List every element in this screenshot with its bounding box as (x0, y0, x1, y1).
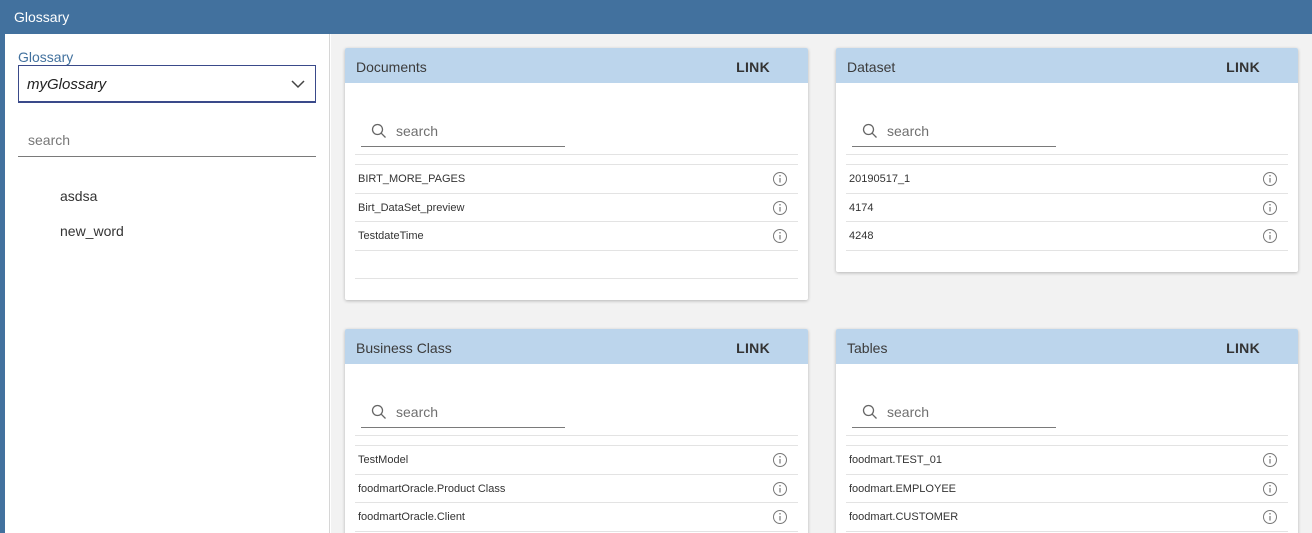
business-class-link-button[interactable]: LINK (736, 340, 770, 356)
list-spacer (355, 436, 798, 446)
empty-list-row (355, 251, 798, 279)
list-item-label: TestModel (358, 454, 409, 466)
business-class-card: Business Class LINK search TestModel foo… (345, 329, 808, 533)
documents-card-title: Documents (356, 59, 427, 75)
list-item-label: Birt_DataSet_preview (358, 201, 465, 214)
tables-list: foodmart.TEST_01 foodmart.EMPLOYEE foodm… (846, 435, 1288, 532)
tables-search-placeholder: search (887, 404, 930, 420)
info-icon[interactable] (1262, 171, 1278, 187)
list-item-label: foodmart.CUSTOMER (849, 511, 959, 523)
dataset-search-placeholder: search (887, 123, 930, 139)
word-list-item[interactable]: asdsa (60, 187, 124, 222)
list-item[interactable]: foodmart.EMPLOYEE (846, 475, 1288, 503)
list-item-label: TestdateTime (358, 230, 424, 242)
list-item-label: foodmart.TEST_01 (849, 454, 942, 466)
list-item[interactable]: foodmart.TEST_01 (846, 446, 1288, 475)
list-item[interactable]: 20190517_1 (846, 165, 1288, 194)
list-item-label: foodmartOracle.Client (358, 511, 465, 523)
app-title: Glossary (14, 9, 70, 25)
info-icon[interactable] (1262, 452, 1278, 468)
sidebar: Glossary myGlossary asdsa new_word (5, 34, 330, 533)
business-class-search-input[interactable]: search (361, 398, 565, 428)
search-icon (862, 404, 877, 419)
info-icon[interactable] (772, 228, 788, 244)
search-icon (371, 404, 386, 419)
documents-list: BIRT_MORE_PAGES Birt_DataSet_preview Tes… (355, 154, 798, 279)
list-item-label: 4174 (849, 201, 874, 214)
dataset-list: 20190517_1 4174 4248 (846, 154, 1288, 251)
list-spacer (846, 436, 1288, 446)
glossary-select-value: myGlossary (27, 76, 107, 93)
dataset-card-title: Dataset (847, 59, 896, 75)
list-item[interactable]: TestModel (355, 446, 798, 475)
glossary-select-label: Glossary (18, 49, 74, 65)
info-icon[interactable] (772, 200, 788, 216)
word-list-item[interactable]: new_word (60, 222, 124, 257)
list-item[interactable]: foodmartOracle.Product Class (355, 475, 798, 503)
search-icon (862, 123, 877, 138)
list-item-label: 4248 (849, 230, 874, 242)
list-spacer (846, 155, 1288, 165)
list-item[interactable]: 4248 (846, 222, 1288, 251)
dataset-link-button[interactable]: LINK (1226, 59, 1260, 75)
glossary-select[interactable]: myGlossary (18, 65, 316, 103)
info-icon[interactable] (1262, 481, 1278, 497)
tables-card-header: Tables LINK (836, 329, 1298, 364)
list-item-label: foodmartOracle.Product Class (358, 482, 506, 495)
search-icon (371, 123, 386, 138)
info-icon[interactable] (772, 452, 788, 468)
list-item[interactable]: TestdateTime (355, 222, 798, 251)
tables-card: Tables LINK search foodmart.TEST_01 food… (836, 329, 1298, 533)
business-class-search-placeholder: search (396, 404, 439, 420)
tables-search-input[interactable]: search (852, 398, 1056, 428)
info-icon[interactable] (1262, 509, 1278, 525)
business-class-list: TestModel foodmartOracle.Product Class f… (355, 435, 798, 532)
tables-card-title: Tables (847, 340, 888, 356)
list-item-label: BIRT_MORE_PAGES (358, 173, 466, 185)
list-item[interactable]: foodmart.CUSTOMER (846, 503, 1288, 532)
info-icon[interactable] (772, 481, 788, 497)
app-header: Glossary (0, 0, 1312, 34)
list-item-label: foodmart.EMPLOYEE (849, 482, 956, 495)
business-class-card-title: Business Class (356, 340, 452, 356)
main-content: Documents LINK search BIRT_MORE_PAGES Bi… (331, 34, 1312, 533)
info-icon[interactable] (772, 509, 788, 525)
list-item[interactable]: Birt_DataSet_preview (355, 194, 798, 222)
tables-link-button[interactable]: LINK (1226, 340, 1260, 356)
dataset-card: Dataset LINK search 20190517_1 4174 4248 (836, 48, 1298, 272)
list-spacer (355, 155, 798, 165)
dataset-card-header: Dataset LINK (836, 48, 1298, 83)
chevron-down-icon (291, 80, 305, 89)
dataset-search-input[interactable]: search (852, 117, 1056, 147)
documents-link-button[interactable]: LINK (736, 59, 770, 75)
word-list: asdsa new_word (60, 187, 124, 257)
list-item[interactable]: BIRT_MORE_PAGES (355, 165, 798, 194)
documents-card: Documents LINK search BIRT_MORE_PAGES Bi… (345, 48, 808, 300)
info-icon[interactable] (1262, 200, 1278, 216)
info-icon[interactable] (1262, 228, 1278, 244)
documents-card-header: Documents LINK (345, 48, 808, 83)
list-item[interactable]: 4174 (846, 194, 1288, 222)
list-item-label: 20190517_1 (849, 173, 911, 185)
documents-search-input[interactable]: search (361, 117, 565, 147)
documents-search-placeholder: search (396, 123, 439, 139)
list-item[interactable]: foodmartOracle.Client (355, 503, 798, 532)
info-icon[interactable] (772, 171, 788, 187)
business-class-card-header: Business Class LINK (345, 329, 808, 364)
sidebar-search-input[interactable] (18, 124, 316, 157)
